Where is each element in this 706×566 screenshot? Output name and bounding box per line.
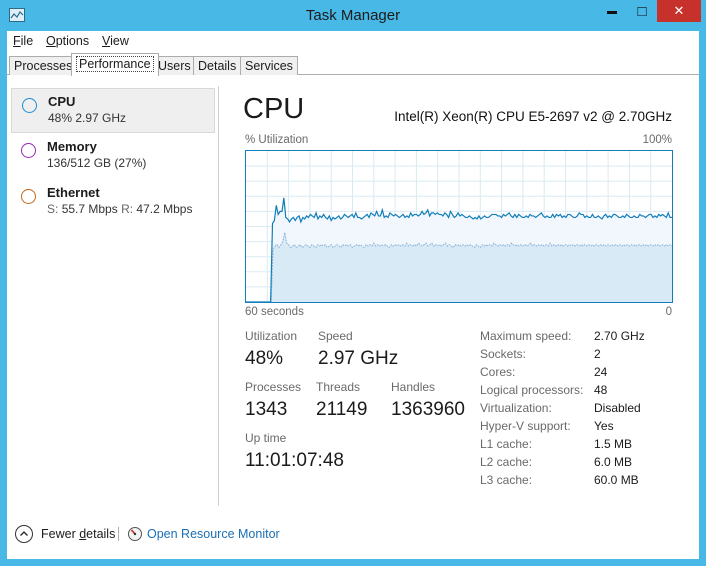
maximize-icon: □ xyxy=(637,2,647,20)
cpu-utilization-graph-plot xyxy=(246,151,672,302)
detail-label: Cores: xyxy=(480,365,516,379)
utilization-label: Utilization xyxy=(245,329,298,343)
threads-label: Threads xyxy=(316,380,361,394)
tab-processes-label: Processes xyxy=(14,59,73,73)
receive-rate: 47.2 Mbps xyxy=(136,202,193,216)
graph-x-right-label: 0 xyxy=(665,306,672,318)
resource-list: CPU 48% 2.97 GHz Memory 136/512 GB (27%)… xyxy=(7,76,219,508)
detail-label: Sockets: xyxy=(480,347,527,361)
detail-value: 1.5 MB xyxy=(594,437,633,451)
tab-users-label: Users xyxy=(158,59,191,73)
footer-separator xyxy=(118,527,119,541)
fewer-details-link[interactable]: Fewer details xyxy=(41,527,115,541)
resource-item-ethernet[interactable]: Ethernet S: 55.7 Mbps R: 47.2 Mbps xyxy=(11,180,215,225)
tab-performance[interactable]: Performance xyxy=(71,53,159,76)
detail-value: 6.0 MB xyxy=(594,455,633,469)
close-icon: ✕ xyxy=(673,3,685,18)
detail-label: L1 cache: xyxy=(480,437,533,451)
detail-value: Yes xyxy=(594,419,614,433)
menu-file-label: ile xyxy=(20,34,34,48)
handles-value: 1363960 xyxy=(391,399,465,420)
resource-detail: S: 55.7 Mbps R: 47.2 Mbps xyxy=(47,202,192,216)
menu-view[interactable]: View xyxy=(102,34,129,48)
menu-bar: File Options View xyxy=(7,31,699,53)
menu-view-accel: V xyxy=(102,34,111,48)
detail-label: L2 cache: xyxy=(480,455,533,469)
uptime-value: 11:01:07:48 xyxy=(245,450,344,471)
resource-item-cpu[interactable]: CPU 48% 2.97 GHz xyxy=(11,88,215,133)
utilization-value: 48% xyxy=(245,348,284,369)
tab-services-label: Services xyxy=(245,59,293,73)
resource-name: Ethernet xyxy=(47,185,100,200)
detail-value: 48 xyxy=(594,383,608,397)
page-title: CPU xyxy=(243,93,305,125)
menu-options-accel: O xyxy=(46,34,56,48)
detail-value: 24 xyxy=(594,365,608,379)
minimize-icon: ▬ xyxy=(607,5,617,17)
resource-name: Memory xyxy=(47,139,97,154)
tab-performance-label: Performance xyxy=(76,56,154,72)
menu-options-label: ptions xyxy=(55,34,90,48)
open-resource-monitor-link[interactable]: Open Resource Monitor xyxy=(147,527,280,541)
send-prefix: S: xyxy=(47,202,59,216)
speed-value: 2.97 GHz xyxy=(318,348,399,369)
fewer-details-rest: etails xyxy=(86,527,116,541)
graph-y-label: % Utilization xyxy=(245,134,309,146)
fewer-details-button[interactable] xyxy=(15,525,33,543)
client-area: File Options View Processes Performance … xyxy=(7,31,699,559)
resource-monitor-icon[interactable] xyxy=(127,526,143,542)
tab-services[interactable]: Services xyxy=(240,56,298,75)
resource-detail: 136/512 GB (27%) xyxy=(47,156,147,170)
detail-value: Disabled xyxy=(594,401,641,415)
tab-strip: Processes Performance Users Details Serv… xyxy=(7,53,699,76)
footer-bar: Fewer details Open Resource Monitor xyxy=(7,519,699,549)
resource-detail: 48% 2.97 GHz xyxy=(48,111,127,125)
detail-label: Virtualization: xyxy=(480,401,552,415)
menu-file-accel: F xyxy=(13,34,21,48)
graph-x-left-label: 60 seconds xyxy=(245,306,304,318)
detail-label: Maximum speed: xyxy=(480,329,572,343)
fewer-details-prefix: Fewer xyxy=(41,527,80,541)
detail-value: 2 xyxy=(594,347,601,361)
tab-details[interactable]: Details xyxy=(193,56,242,75)
tab-users[interactable]: Users xyxy=(153,56,196,75)
title-bar[interactable]: Task Manager ▬ □ ✕ xyxy=(0,0,706,31)
menu-file[interactable]: File xyxy=(13,34,33,48)
maximize-button[interactable]: □ xyxy=(627,0,657,22)
receive-prefix: R: xyxy=(121,202,134,216)
threads-value: 21149 xyxy=(316,399,368,420)
cpu-graph-icon xyxy=(22,98,37,113)
ethernet-graph-icon xyxy=(21,189,36,204)
uptime-label: Up time xyxy=(245,431,287,445)
speed-label: Speed xyxy=(318,329,353,343)
detail-label: Hyper-V support: xyxy=(480,419,571,433)
memory-graph-icon xyxy=(21,143,36,158)
processes-label: Processes xyxy=(245,380,302,394)
menu-options[interactable]: Options xyxy=(46,34,89,48)
send-rate: 55.7 Mbps xyxy=(61,202,118,216)
cpu-utilization-graph[interactable] xyxy=(245,150,673,303)
resource-item-memory[interactable]: Memory 136/512 GB (27%) xyxy=(11,134,215,179)
resource-name: CPU xyxy=(48,94,76,109)
pane-divider[interactable] xyxy=(218,86,219,506)
cpu-model-name: Intel(R) Xeon(R) CPU E5-2697 v2 @ 2.70GH… xyxy=(394,109,672,124)
close-button[interactable]: ✕ xyxy=(657,0,701,22)
chevron-up-icon xyxy=(20,531,28,536)
detail-value: 60.0 MB xyxy=(594,473,639,487)
graph-y-max-label: 100% xyxy=(642,134,672,146)
handles-label: Handles xyxy=(391,380,436,394)
detail-value: 2.70 GHz xyxy=(594,329,645,343)
detail-label: L3 cache: xyxy=(480,473,533,487)
tab-details-label: Details xyxy=(198,59,237,73)
menu-view-label: iew xyxy=(110,34,129,48)
tab-processes[interactable]: Processes xyxy=(9,56,78,75)
task-manager-window: Task Manager ▬ □ ✕ File Options View Pro… xyxy=(0,0,706,566)
processes-value: 1343 xyxy=(245,399,288,420)
minimize-button[interactable]: ▬ xyxy=(597,0,627,22)
detail-label: Logical processors: xyxy=(480,383,584,397)
